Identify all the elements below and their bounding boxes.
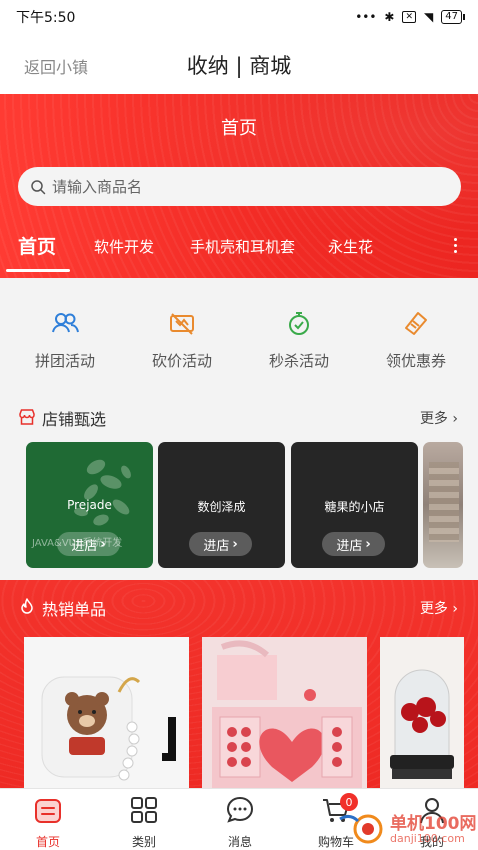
- activity-row: 拼团活动 砍价活动 秒杀活动 领优惠券: [0, 278, 478, 388]
- chevron-right-icon: ›: [365, 536, 371, 552]
- chevron-right-icon: ›: [100, 536, 106, 552]
- flame-icon: [21, 598, 33, 614]
- tab-home[interactable]: 首页: [18, 232, 56, 259]
- category-grid-icon: [131, 797, 157, 823]
- store-icon: [19, 409, 35, 425]
- enter-store-button[interactable]: 进店 ›: [189, 532, 252, 556]
- nav-home[interactable]: 首页: [8, 795, 88, 850]
- rose-glass-dome-image: [380, 637, 464, 790]
- chevron-right-icon: ›: [452, 411, 458, 427]
- product-card-partial[interactable]: [380, 637, 464, 790]
- enter-label: 进店: [71, 538, 98, 554]
- rose-heart-gift-box-image: [202, 637, 367, 790]
- search-input[interactable]: [52, 177, 432, 196]
- store-name: 糖果的小店: [324, 500, 385, 514]
- page-title: 收纳 | 商城: [186, 54, 292, 78]
- header-title: 首页: [221, 118, 257, 139]
- flash-sale-activity[interactable]: 秒杀活动: [244, 308, 354, 371]
- group-icon: [52, 313, 79, 333]
- activity-label: 秒杀活动: [268, 352, 329, 370]
- bargain-icon: [170, 313, 194, 335]
- message-icon: [226, 796, 254, 823]
- nav-label: 消息: [227, 835, 252, 849]
- bear-earphone-case-image: [24, 637, 189, 790]
- stopwatch-icon: [289, 312, 309, 335]
- coupon-icon: [405, 312, 427, 335]
- nav-label: 类别: [131, 835, 156, 849]
- nav-category[interactable]: 类别: [104, 795, 184, 850]
- hot-more-link[interactable]: 更多 ›: [420, 598, 458, 618]
- bargain-activity[interactable]: 砍价活动: [127, 308, 237, 371]
- active-tab-indicator: [6, 269, 70, 272]
- status-time: 下午5:50: [16, 10, 76, 26]
- enter-label: 进店: [336, 538, 363, 554]
- activity-label: 领优惠券: [385, 352, 446, 370]
- activity-label: 拼团活动: [34, 352, 95, 370]
- tab-phone-cases[interactable]: 手机壳和耳机套: [190, 236, 295, 257]
- stores-section-header: 店铺甄选 更多 ›: [0, 400, 478, 434]
- site-watermark: 单机100网 danji100.com: [338, 805, 478, 850]
- stores-more-link[interactable]: 更多 ›: [420, 408, 458, 428]
- dots-icon: •••: [355, 10, 377, 24]
- product-card[interactable]: [202, 637, 367, 790]
- chevron-right-icon: ›: [452, 601, 458, 617]
- bluetooth-icon: ✱: [384, 10, 395, 24]
- enter-label: 进店: [203, 538, 230, 554]
- store-name: 数创泽成: [197, 500, 246, 514]
- tab-software-dev[interactable]: 软件开发: [94, 236, 154, 257]
- category-tabs: 首页 软件开发 手机壳和耳机套 永生花: [0, 230, 478, 278]
- store-card[interactable]: Prejade JAVA&VUE系统开发 进店 ›: [26, 442, 153, 568]
- search-icon: [31, 179, 46, 194]
- nav-messages[interactable]: 消息: [200, 795, 280, 850]
- home-icon: [35, 799, 61, 823]
- tab-eternal-flowers[interactable]: 永生花: [328, 236, 373, 257]
- store-photo-image: [429, 462, 459, 542]
- status-bar: 下午5:50 ••• ✱ ✕ ◥ 47: [0, 0, 478, 34]
- section-title: 店铺甄选: [42, 410, 107, 429]
- store-card[interactable]: 糖果的小店 进店 ›: [291, 442, 418, 568]
- search-box[interactable]: [18, 167, 461, 206]
- enter-store-button[interactable]: 进店 ›: [57, 532, 120, 556]
- nav-label: 首页: [35, 835, 60, 849]
- leaf-pattern-image: [74, 459, 131, 526]
- more-tabs-icon[interactable]: [452, 238, 458, 253]
- activity-label: 砍价活动: [151, 352, 212, 370]
- coupon-activity[interactable]: 领优惠券: [361, 308, 471, 371]
- watermark-cn-text: 单机100网: [390, 814, 477, 834]
- section-title: 热销单品: [42, 600, 107, 619]
- hot-products-section: 热销单品 更多 ›: [0, 580, 478, 790]
- title-bar: 返回小镇 收纳 | 商城: [0, 34, 478, 94]
- store-name: Prejade: [67, 498, 112, 512]
- red-header: 首页 首页 软件开发 手机壳和耳机套 永生花: [0, 94, 478, 278]
- group-buy-activity[interactable]: 拼团活动: [10, 308, 120, 371]
- status-icons: ••• ✱ ✕ ◥ 47: [355, 10, 465, 24]
- watermark-en-text: danji100.com: [390, 832, 465, 845]
- stores-carousel: Prejade JAVA&VUE系统开发 进店 › 数创泽成 进店 › 糖果的小店 …: [0, 442, 478, 570]
- store-card[interactable]: 数创泽成 进店 ›: [158, 442, 285, 568]
- chevron-right-icon: ›: [232, 536, 238, 552]
- more-label: 更多: [419, 601, 448, 617]
- more-label: 更多: [419, 411, 448, 427]
- watermark-logo-icon: [339, 814, 383, 844]
- enter-store-button[interactable]: 进店 ›: [322, 532, 385, 556]
- battery-icon: 47: [441, 10, 465, 24]
- store-card-partial[interactable]: [423, 442, 463, 568]
- product-card[interactable]: [24, 637, 189, 790]
- no-sim-icon: ✕: [402, 11, 417, 23]
- wifi-icon: ◥: [424, 10, 434, 24]
